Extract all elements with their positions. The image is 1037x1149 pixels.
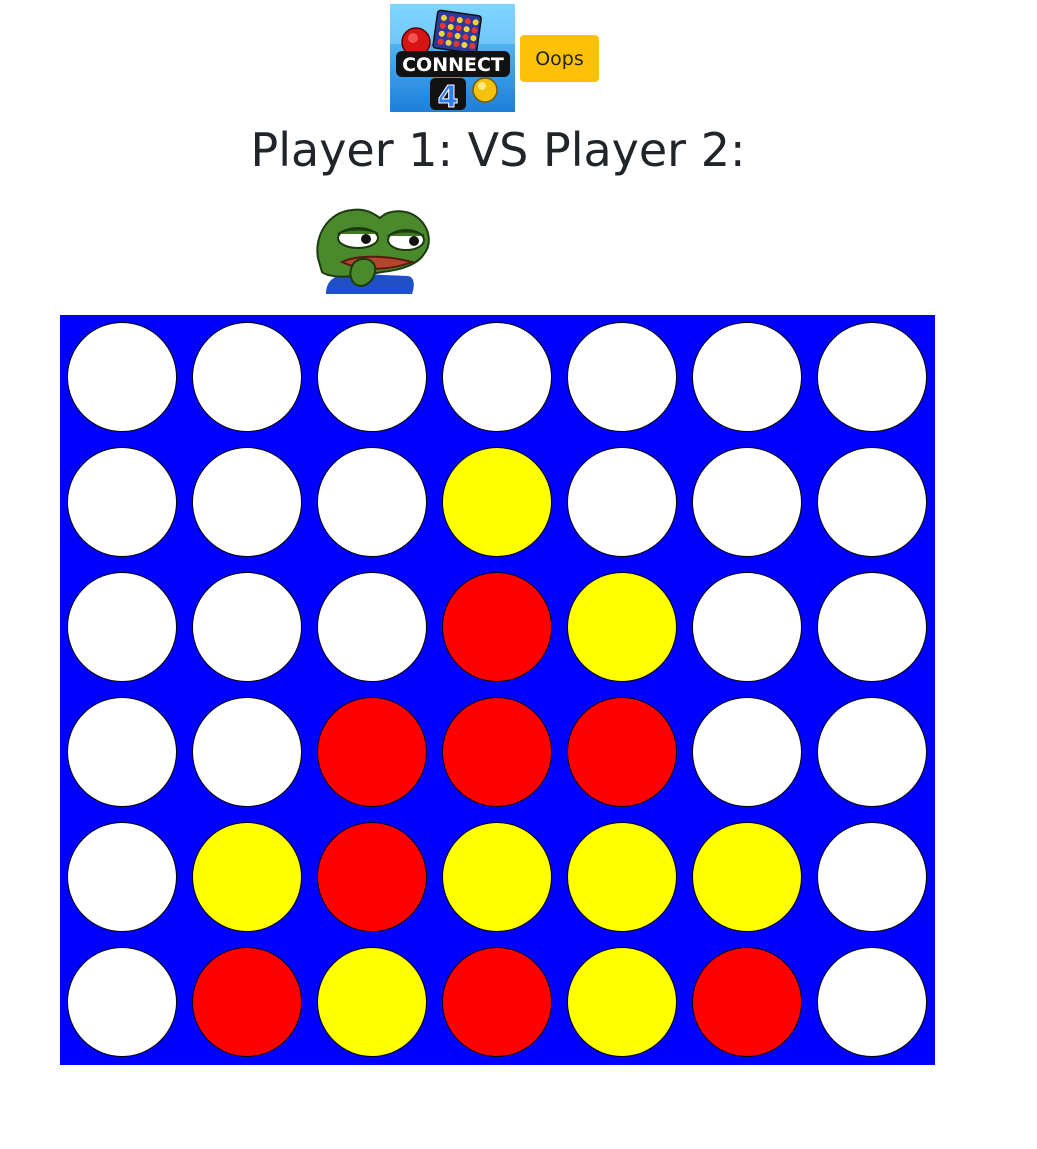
board-cell-r5-c1[interactable]	[67, 822, 177, 932]
board-cell-r4-c7[interactable]	[817, 697, 927, 807]
board-cell-r1-c2[interactable]	[192, 322, 302, 432]
board-cell-r3-c5[interactable]	[567, 572, 677, 682]
connect-four-page: CONNECT 4 Oops Player 1: VS Player 2:	[0, 0, 1037, 1149]
svg-text:CONNECT: CONNECT	[402, 54, 504, 76]
board-cell-r3-c7[interactable]	[817, 572, 927, 682]
board-cell-r4-c6[interactable]	[692, 697, 802, 807]
board-cell-r2-c7[interactable]	[817, 447, 927, 557]
board-cell-r1-c1[interactable]	[67, 322, 177, 432]
board-cell-r3-c1[interactable]	[67, 572, 177, 682]
board-cell-r6-c7[interactable]	[817, 947, 927, 1057]
board-cell-r1-c4[interactable]	[442, 322, 552, 432]
board-cell-r2-c3[interactable]	[317, 447, 427, 557]
svg-text:4: 4	[438, 80, 459, 112]
board-cell-r6-c6[interactable]	[692, 947, 802, 1057]
players-heading: Player 1: VS Player 2:	[0, 118, 996, 182]
pepe-avatar	[312, 206, 434, 294]
board-cell-r6-c4[interactable]	[442, 947, 552, 1057]
oops-button[interactable]: Oops	[520, 35, 599, 82]
board-cell-r6-c5[interactable]	[567, 947, 677, 1057]
board-cell-r6-c2[interactable]	[192, 947, 302, 1057]
board-cell-r1-c5[interactable]	[567, 322, 677, 432]
board-cell-r4-c2[interactable]	[192, 697, 302, 807]
board-cell-r4-c5[interactable]	[567, 697, 677, 807]
connect-four-logo: CONNECT 4	[390, 4, 515, 112]
board-cell-r2-c6[interactable]	[692, 447, 802, 557]
board-cell-r3-c3[interactable]	[317, 572, 427, 682]
board-cell-r4-c3[interactable]	[317, 697, 427, 807]
board-cell-r2-c1[interactable]	[67, 447, 177, 557]
player2-label: Player 2:	[542, 123, 746, 177]
board-cell-r4-c1[interactable]	[67, 697, 177, 807]
board-cell-r5-c6[interactable]	[692, 822, 802, 932]
game-board	[60, 315, 935, 1065]
board-cell-r1-c6[interactable]	[692, 322, 802, 432]
board-cell-r1-c3[interactable]	[317, 322, 427, 432]
board-cell-r5-c4[interactable]	[442, 822, 552, 932]
vs-label: VS	[467, 123, 529, 177]
board-cell-r5-c3[interactable]	[317, 822, 427, 932]
board-cell-r2-c5[interactable]	[567, 447, 677, 557]
board-cell-r2-c4[interactable]	[442, 447, 552, 557]
board-cell-r1-c7[interactable]	[817, 322, 927, 432]
board-cell-r3-c2[interactable]	[192, 572, 302, 682]
player1-label: Player 1:	[250, 123, 454, 177]
board-cell-r5-c7[interactable]	[817, 822, 927, 932]
board-cell-r6-c3[interactable]	[317, 947, 427, 1057]
board-cell-r3-c6[interactable]	[692, 572, 802, 682]
board-cell-r3-c4[interactable]	[442, 572, 552, 682]
board-cell-r5-c2[interactable]	[192, 822, 302, 932]
board-cell-r5-c5[interactable]	[567, 822, 677, 932]
board-cell-r6-c1[interactable]	[67, 947, 177, 1057]
board-cell-r2-c2[interactable]	[192, 447, 302, 557]
board-cell-r4-c4[interactable]	[442, 697, 552, 807]
